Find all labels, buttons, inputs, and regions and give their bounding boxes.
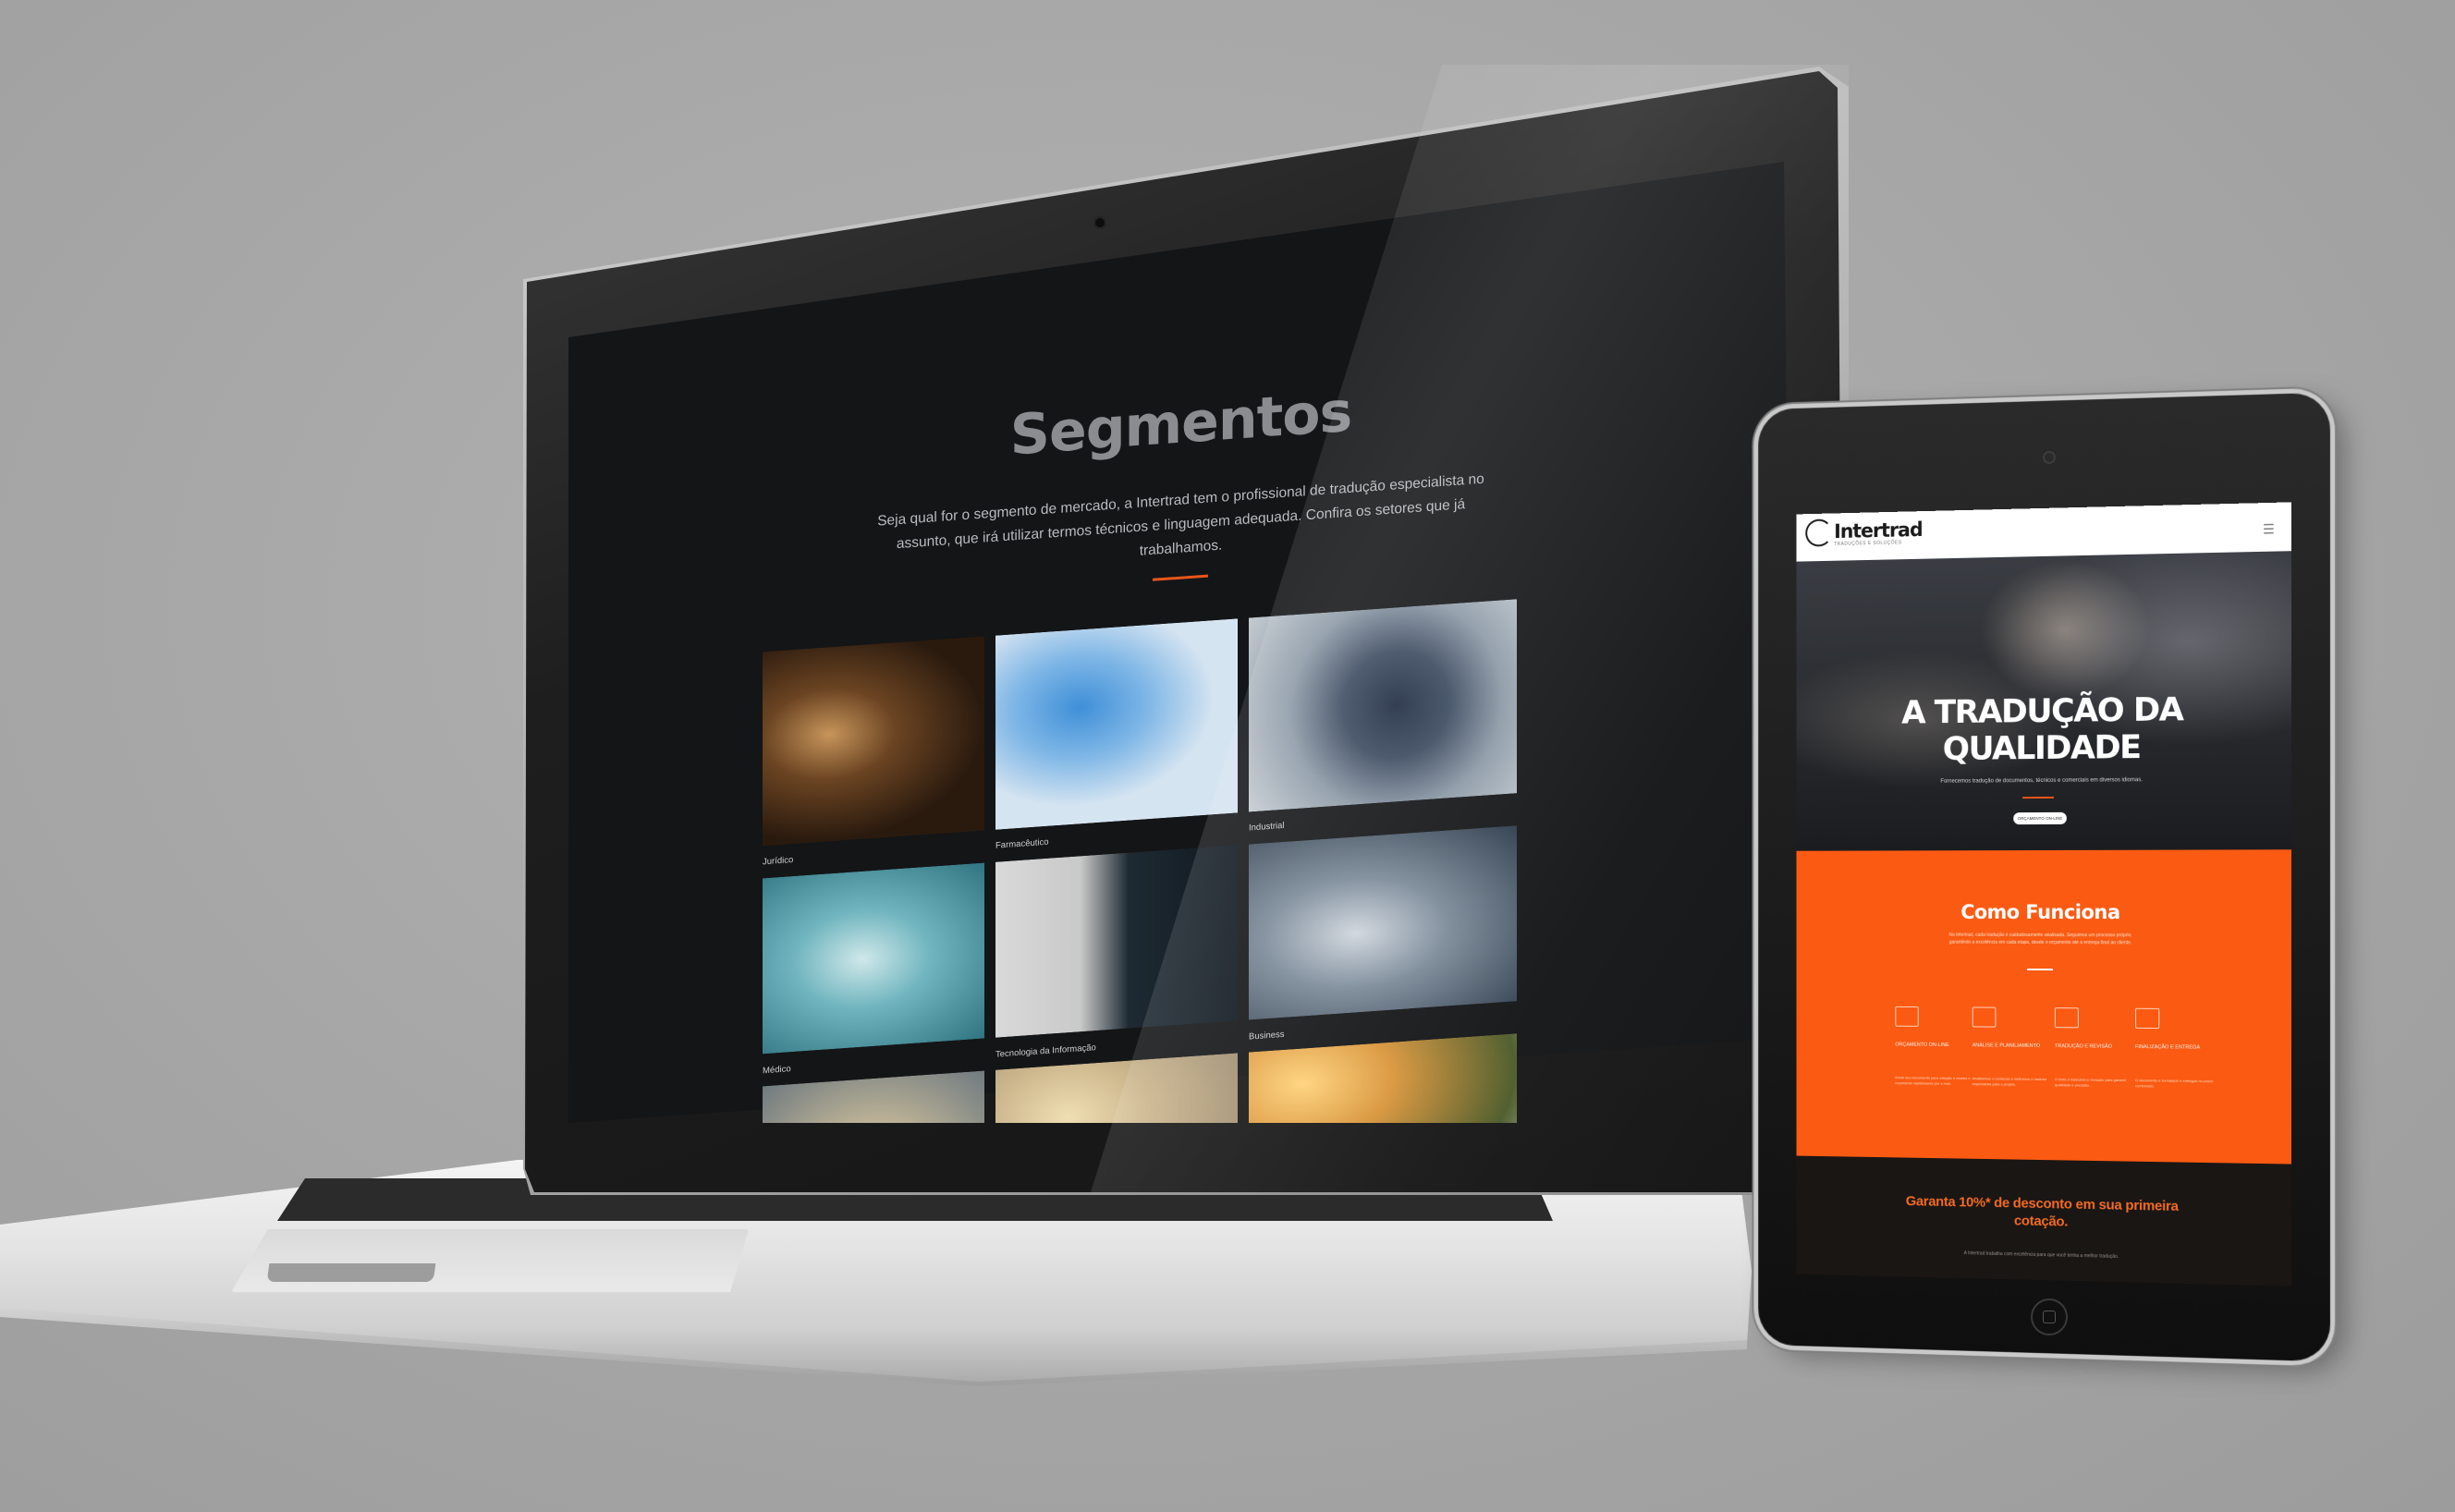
segment-tile-business[interactable] <box>1249 825 1517 1020</box>
promo-text: A Intertrad trabalha com excelência para… <box>1963 1250 2119 1260</box>
lab-glassware-image <box>995 618 1238 830</box>
segment-tile-engenharia[interactable] <box>995 1053 1238 1123</box>
promo-headline: Garanta 10%* de desconto em sua primeira… <box>1905 1193 2179 1230</box>
justice-image <box>763 636 984 847</box>
tablet-camera-icon <box>2045 453 2054 462</box>
step-delivery: FINALIZAÇÃO E ENTREGA O documento é form… <box>2135 1007 2219 1089</box>
step-label: FINALIZAÇÃO E ENTREGA <box>2135 1043 2201 1051</box>
stethoscope-image <box>763 862 984 1055</box>
hero-subtitle: Fornecemos tradução de documentos, técni… <box>1940 777 2143 785</box>
segment-tile-ti[interactable] <box>995 845 1238 1038</box>
segment-label: Industrial <box>1249 820 1285 834</box>
hero-section: A TRADUÇÃO DA QUALIDADE Fornecemos tradu… <box>1796 551 2291 851</box>
step-text: O documento é formatado e entregue no pr… <box>2135 1078 2214 1089</box>
step-text: Analisamos o conteúdo e definimos o trad… <box>1972 1076 2047 1087</box>
how-it-works-title: Como Funciona <box>1960 900 2120 924</box>
document-icon <box>2054 1007 2079 1029</box>
segment-tile-medico[interactable] <box>763 862 984 1055</box>
step-label: TRADUÇÃO E REVISÃO <box>2054 1043 2112 1050</box>
hero-title: A TRADUÇÃO DA QUALIDADE <box>1901 691 2183 768</box>
segment-label: Médico <box>763 1064 791 1077</box>
laptop-trackpad <box>231 1229 749 1292</box>
how-it-works-description: Na Intertrad, cada tradução é cuidadosam… <box>1948 932 2132 946</box>
step-analysis: ANÁLISE E PLANEJAMENTO Analisamos o cont… <box>1972 1006 2055 1087</box>
accent-divider <box>1153 574 1208 581</box>
plant-research-image <box>1249 1033 1517 1123</box>
segment-tile-farmaceutico[interactable] <box>995 618 1238 830</box>
gear-workers-image <box>1249 599 1517 812</box>
segment-label: Tecnologia da Informação <box>995 1043 1096 1060</box>
segments-description: Seja qual for o segmento de mercado, a I… <box>877 470 1484 559</box>
how-it-works-section: Como Funciona Na Intertrad, cada traduçã… <box>1796 849 2291 1164</box>
segment-tile-turismo[interactable] <box>763 1070 984 1123</box>
delivery-icon <box>2135 1007 2160 1030</box>
step-text: O texto é traduzido e revisado para gara… <box>2054 1077 2127 1088</box>
section-divider <box>2027 968 2053 970</box>
segment-label: Jurídico <box>763 854 794 868</box>
step-label: ORÇAMENTO ON-LINE <box>1895 1042 1949 1049</box>
segment-tile-agricultura[interactable] <box>1249 1033 1517 1123</box>
segment-label: Farmacêutico <box>995 836 1049 851</box>
monitor-icon <box>1895 1006 1919 1027</box>
segments-grid: Jurídico Farmacêutico Industrial Médico … <box>763 599 1521 1123</box>
tablet-website: Intertrad TRADUÇÕES E SOLUÇÕES ☰ A TRADU… <box>1796 502 2291 1286</box>
step-label: ANÁLISE E PLANEJAMENTO <box>1972 1043 2041 1050</box>
hero-quote-button[interactable]: ORÇAMENTO ON-LINE <box>2013 811 2067 825</box>
segment-tile-juridico[interactable] <box>763 636 984 847</box>
developer-image <box>995 845 1238 1038</box>
promo-section: Garanta 10%* de desconto em sua primeira… <box>1796 1155 2291 1286</box>
segments-title: Segmentos <box>1009 379 1352 469</box>
logo-tagline: TRADUÇÕES E SOLUÇÕES <box>1834 540 1902 547</box>
business-tablet-image <box>1249 825 1517 1020</box>
hamburger-icon[interactable]: ☰ <box>2263 521 2275 538</box>
laptop-notch <box>266 1263 436 1282</box>
home-button[interactable] <box>2031 1299 2068 1335</box>
segment-tile-industrial[interactable] <box>1249 599 1517 812</box>
site-logo[interactable]: Intertrad <box>1834 518 1922 543</box>
step-text: Envie seu documento para cotação e receb… <box>1895 1075 1971 1086</box>
hero-divider <box>2022 796 2054 799</box>
calendar-icon <box>1972 1006 1997 1028</box>
meeting-image <box>995 1053 1238 1123</box>
map-image <box>763 1070 984 1123</box>
camera-icon <box>1095 218 1105 227</box>
step-translation: TRADUÇÃO E REVISÃO O texto é traduzido e… <box>2054 1007 2138 1088</box>
segment-label: Business <box>1249 1029 1285 1043</box>
logo-icon <box>1805 518 1833 547</box>
step-online-quote: ORÇAMENTO ON-LINE Envie seu documento pa… <box>1895 1006 1976 1086</box>
